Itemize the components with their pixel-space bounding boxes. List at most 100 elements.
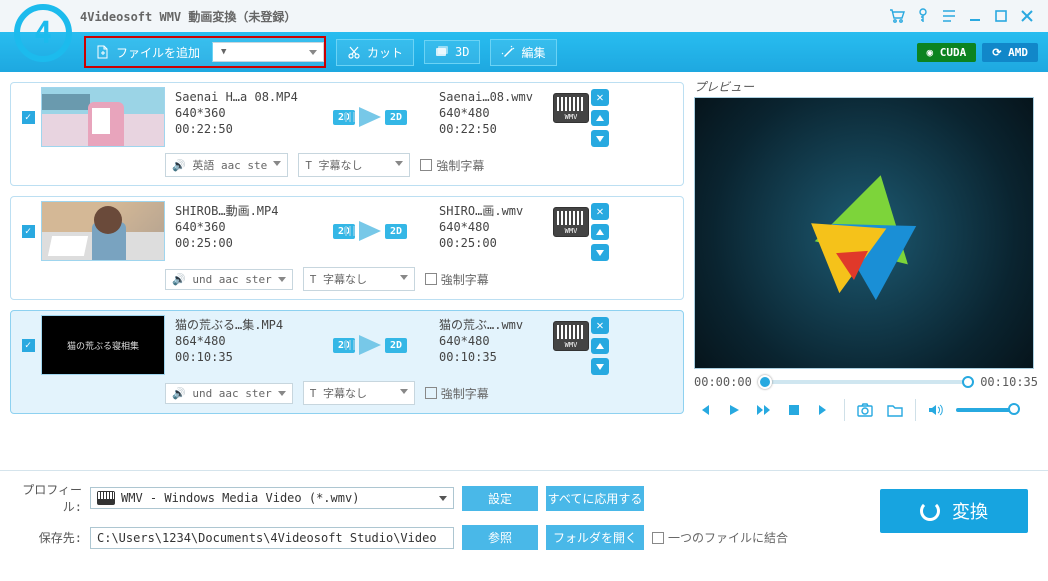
menu-icon[interactable]	[936, 5, 962, 27]
convert-button[interactable]: 変換	[880, 489, 1028, 533]
time-current: 00:00:00	[694, 375, 752, 389]
output-info: 猫の荒ぶ….wmv 640*480 00:10:35	[433, 315, 553, 375]
open-folder-button[interactable]: フォルダを開く	[546, 525, 644, 550]
thumbnail	[41, 87, 165, 147]
item-checkbox[interactable]: ✓	[15, 201, 41, 261]
audio-track-select[interactable]: 🔊 und aac ster	[165, 269, 293, 290]
badge-2d-out: 2D	[385, 224, 407, 239]
volume-slider[interactable]	[956, 408, 1014, 412]
snapshot-icon[interactable]	[855, 401, 875, 419]
save-path-label: 保存先:	[12, 529, 82, 546]
stop-icon[interactable]	[784, 401, 804, 419]
cart-icon[interactable]	[884, 5, 910, 27]
src-dur: 00:10:35	[175, 349, 307, 365]
src-name: SHIROB…動画.MP4	[175, 203, 307, 219]
out-dur: 00:25:00	[439, 235, 553, 251]
out-res: 640*480	[439, 333, 553, 349]
subtitle-select[interactable]: T 字幕なし	[303, 381, 415, 405]
scissors-icon	[347, 45, 361, 59]
volume-icon[interactable]	[926, 401, 946, 419]
src-res: 864*480	[175, 333, 307, 349]
preview-placeholder-icon	[795, 174, 935, 304]
time-bar: 00:00:00 00:10:35	[694, 375, 1038, 389]
source-info: Saenai H…a 08.MP4 640*360 00:22:50	[165, 87, 307, 147]
audio-track-select[interactable]: 🔊 英語 aac ste	[165, 153, 288, 177]
play-icon[interactable]	[724, 401, 744, 419]
apply-all-button[interactable]: すべてに応用する	[546, 486, 644, 511]
output-format-box: WMV	[553, 201, 589, 261]
add-file-label: ファイルを追加	[116, 44, 200, 61]
audio-track-select[interactable]: 🔊 und aac ster	[165, 383, 293, 404]
seek-slider[interactable]	[760, 380, 972, 384]
save-path-input[interactable]: C:\Users\1234\Documents\4Videosoft Studi…	[90, 527, 454, 549]
item-down-button[interactable]	[591, 358, 609, 375]
item-close-button[interactable]: ✕	[591, 317, 609, 334]
player-controls	[694, 399, 1038, 421]
item-checkbox[interactable]: ✓	[15, 315, 41, 375]
preview-panel: プレビュー 00:00:00 00:10:35	[684, 72, 1048, 470]
source-info: 猫の荒ぶる…集.MP4 864*480 00:10:35	[165, 315, 307, 375]
item-close-button[interactable]: ✕	[591, 203, 609, 220]
browse-button[interactable]: 参照	[462, 525, 538, 550]
cuda-button[interactable]: ◉ CUDA	[917, 43, 977, 62]
settings-button[interactable]: 設定	[462, 486, 538, 511]
conversion-flow: 2D 2D	[307, 87, 433, 147]
convert-label: 変換	[952, 498, 988, 524]
bottom-panel: プロフィール: WMV - Windows Media Video (*.wmv…	[0, 470, 1048, 560]
next-icon[interactable]	[814, 401, 834, 419]
amd-button[interactable]: ⟳ AMD	[982, 43, 1038, 62]
thumbnail	[41, 201, 165, 261]
badge-2d-out: 2D	[385, 338, 407, 353]
output-format-box: WMV	[553, 87, 589, 147]
list-item[interactable]: ✓ SHIROB…動画.MP4 640*360 00:25:00 2D 2D S…	[10, 196, 684, 300]
src-name: 猫の荒ぶる…集.MP4	[175, 317, 307, 333]
app-logo	[14, 4, 74, 64]
wmv-icon	[97, 491, 115, 505]
output-info: Saenai…08.wmv 640*480 00:22:50	[433, 87, 553, 147]
prev-icon[interactable]	[694, 401, 714, 419]
src-res: 640*360	[175, 105, 307, 121]
maximize-icon[interactable]	[988, 5, 1014, 27]
close-icon[interactable]	[1014, 5, 1040, 27]
profile-label: プロフィール:	[12, 481, 82, 515]
fast-forward-icon[interactable]	[754, 401, 774, 419]
cut-button[interactable]: カット	[336, 39, 414, 66]
item-checkbox[interactable]: ✓	[15, 87, 41, 147]
forced-subtitle-checkbox[interactable]: 強制字幕	[425, 271, 489, 288]
list-item[interactable]: ✓ Saenai H…a 08.MP4 640*360 00:22:50 2D …	[10, 82, 684, 186]
merge-one-checkbox[interactable]: 一つのファイルに結合	[652, 529, 788, 546]
item-up-button[interactable]	[591, 110, 609, 127]
key-icon[interactable]	[910, 5, 936, 27]
forced-subtitle-checkbox[interactable]: 強制字幕	[420, 157, 484, 174]
arrow-icon	[359, 335, 381, 355]
item-down-button[interactable]	[591, 130, 609, 147]
out-res: 640*480	[439, 219, 553, 235]
out-res: 640*480	[439, 105, 553, 121]
window-title: 4Videosoft WMV 動画変換（未登録）	[80, 8, 296, 25]
item-down-button[interactable]	[591, 244, 609, 261]
list-item[interactable]: ✓ 猫の荒ぶる寝相集 猫の荒ぶる…集.MP4 864*480 00:10:35 …	[10, 310, 684, 414]
cut-label: カット	[367, 44, 403, 61]
profile-select[interactable]: WMV - Windows Media Video (*.wmv)	[90, 487, 454, 509]
toolbar: ファイルを追加 ▼ カット 3D 編集 ◉ CUDA ⟳ AMD	[0, 32, 1048, 72]
conversion-flow: 2D 2D	[307, 315, 433, 375]
src-res: 640*360	[175, 219, 307, 235]
add-file-dropdown-icon[interactable]: ▼	[212, 42, 324, 62]
3d-button[interactable]: 3D	[424, 40, 480, 64]
item-up-button[interactable]	[591, 224, 609, 241]
minimize-icon[interactable]	[962, 5, 988, 27]
open-folder-icon[interactable]	[885, 401, 905, 419]
add-file-button[interactable]: ファイルを追加 ▼	[84, 36, 326, 68]
out-name: Saenai…08.wmv	[439, 89, 553, 105]
subtitle-select[interactable]: T 字幕なし	[298, 153, 410, 177]
item-up-button[interactable]	[591, 338, 609, 355]
item-close-button[interactable]: ✕	[591, 89, 609, 106]
forced-subtitle-checkbox[interactable]: 強制字幕	[425, 385, 489, 402]
badge-2d-out: 2D	[385, 110, 407, 125]
wand-icon	[501, 45, 515, 59]
out-dur: 00:10:35	[439, 349, 553, 365]
arrow-icon	[359, 221, 381, 241]
subtitle-select[interactable]: T 字幕なし	[303, 267, 415, 291]
preview-area	[694, 97, 1034, 369]
edit-button[interactable]: 編集	[490, 39, 556, 66]
